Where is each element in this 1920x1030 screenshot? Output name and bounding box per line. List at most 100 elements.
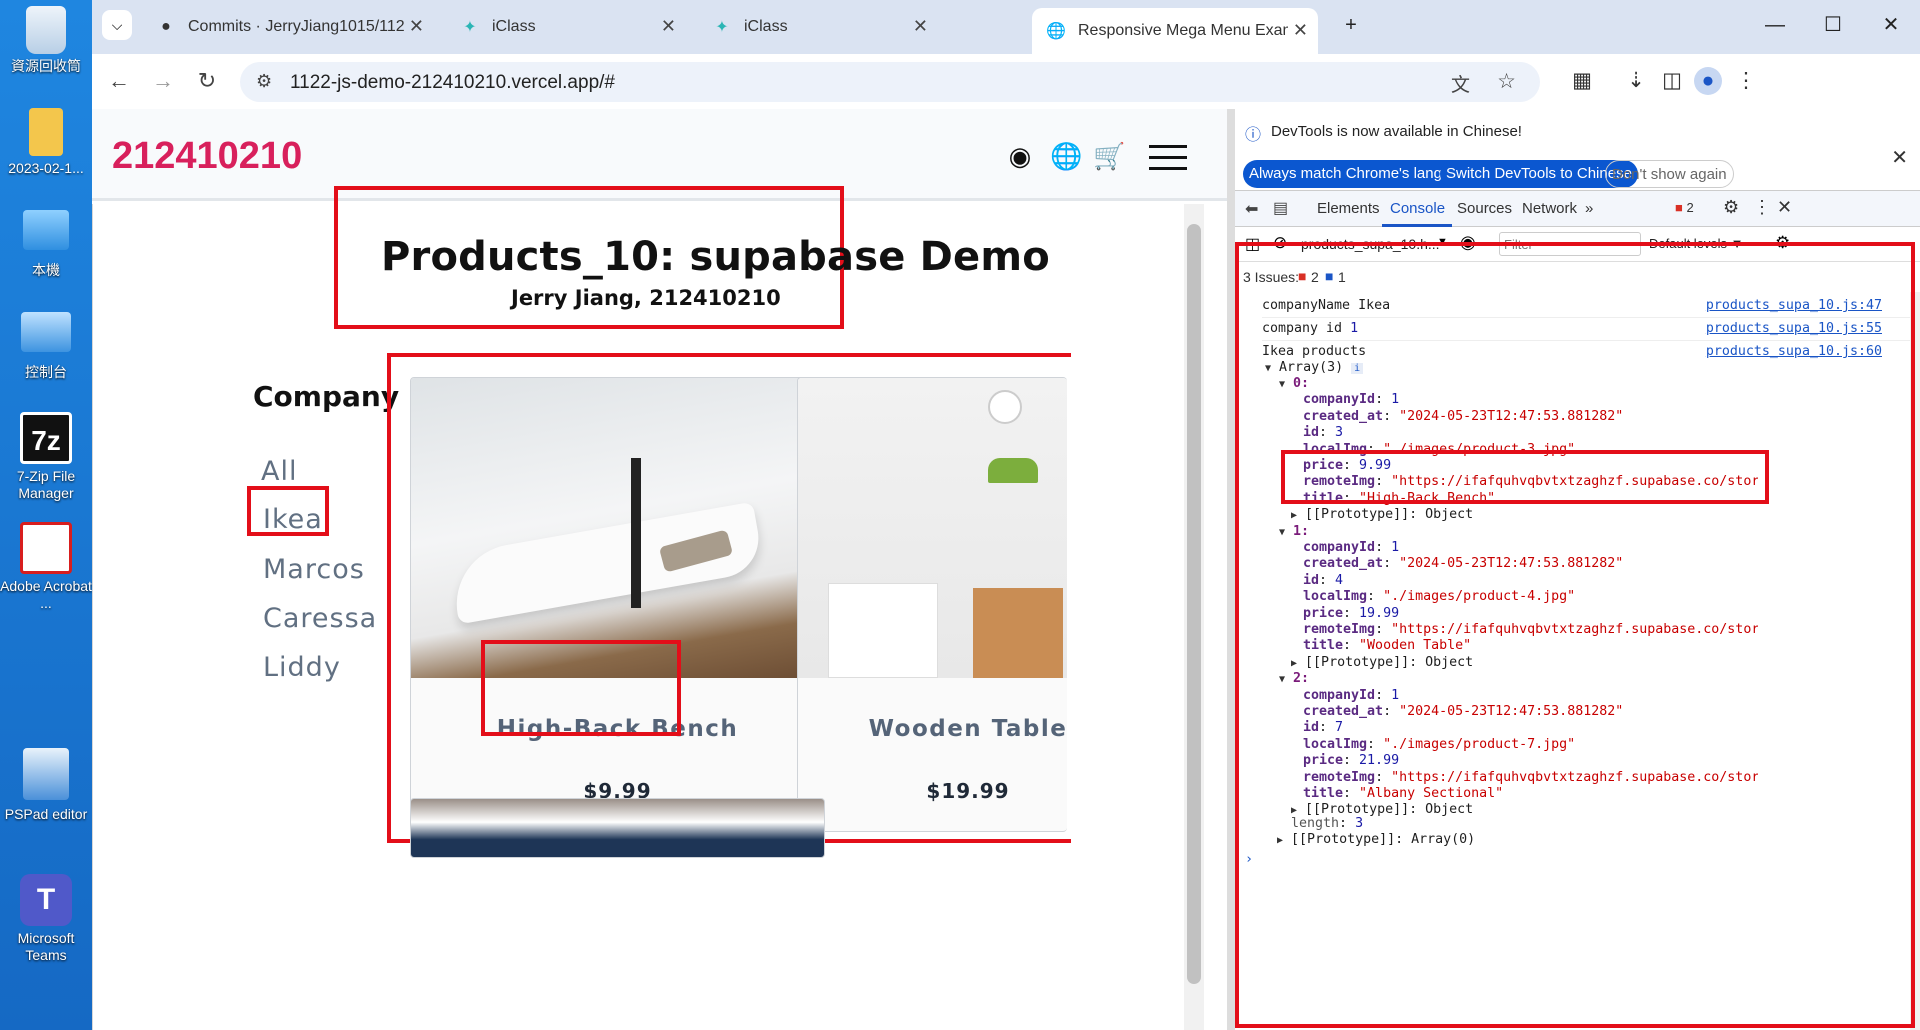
close-tab-icon[interactable]: ✕	[1293, 20, 1308, 41]
forward-button[interactable]: →	[148, 66, 178, 96]
product-card[interactable]: Wooden Table $19.99	[797, 377, 1067, 832]
console-prompt[interactable]: ›	[1245, 852, 1920, 872]
desktop-item-computer[interactable]: 本機	[0, 210, 92, 279]
reload-button[interactable]: ↻	[192, 66, 222, 96]
tab-elements[interactable]: Elements	[1317, 200, 1380, 217]
tab-mega-menu[interactable]: 🌐 Responsive Mega Menu Exam ✕	[1032, 8, 1318, 54]
close-tab-icon[interactable]: ✕	[913, 16, 928, 37]
profile-button[interactable]: ●	[1694, 67, 1722, 95]
close-devtools-icon[interactable]: ✕	[1777, 197, 1792, 218]
triangle-collapsed-icon: ▶	[1277, 835, 1284, 846]
tab-sources[interactable]: Sources	[1457, 200, 1512, 217]
close-banner-icon[interactable]: ✕	[1891, 145, 1908, 170]
arrow-left-icon: ←	[108, 68, 130, 93]
desktop-item-recycle-bin[interactable]: 資源回收筒	[0, 6, 92, 75]
tab-github-commits[interactable]: ● Commits · JerryJiang1015/112 ✕	[142, 8, 442, 46]
product-image	[411, 378, 824, 678]
annotation-box-product-name	[481, 640, 681, 736]
source-link[interactable]: products_supa_10.js:47	[1706, 298, 1882, 313]
context-selector[interactable]: products_supa_10.h...	[1301, 236, 1440, 252]
context-dropdown-icon[interactable]: ▼	[1437, 236, 1448, 248]
iclass-icon: ✦	[715, 19, 729, 36]
tab-iclass-1[interactable]: ✦ iClass ✕	[446, 8, 694, 46]
maximize-button[interactable]: ☐	[1818, 10, 1848, 40]
tab-search-button[interactable]: ⌵	[102, 10, 132, 40]
company-filter-caressa[interactable]: Caressa	[263, 603, 377, 634]
bookmark-star-icon[interactable]: ☆	[1497, 69, 1516, 94]
reload-icon: ↻	[197, 68, 217, 93]
dont-show-again-button[interactable]: Don't show again	[1605, 160, 1734, 188]
issue-info-icon: ■	[1325, 268, 1334, 284]
desktop-item-7zip[interactable]: 7z 7-Zip File Manager	[0, 412, 92, 502]
tab-console[interactable]: Console	[1390, 200, 1445, 217]
device-toolbar-icon[interactable]: ▤	[1273, 198, 1288, 218]
company-filter-all[interactable]: All	[261, 456, 297, 487]
cart-icon[interactable]: 🛒	[1093, 141, 1125, 171]
triangle-collapsed-icon: ▶	[1291, 805, 1298, 817]
source-link[interactable]: products_supa_10.js:55	[1706, 321, 1882, 336]
issues-label: 3 Issues:	[1243, 269, 1300, 285]
tab-iclass-2[interactable]: ✦ iClass ✕	[698, 8, 946, 46]
tab-network[interactable]: Network	[1522, 200, 1577, 217]
desktop-item-pspad[interactable]: PSPad editor	[0, 748, 92, 823]
minimize-button[interactable]: —	[1760, 10, 1790, 40]
banner-text: DevTools is now available in Chinese!	[1271, 123, 1522, 140]
company-filter-marcos[interactable]: Marcos	[263, 554, 365, 585]
side-panel-button[interactable]: ◫	[1658, 67, 1686, 95]
desktop-item-label: PSPad editor	[4, 806, 88, 822]
desktop-sidebar: 資源回收筒 2023-02-1... 本機 控制台 7z 7-Zip File …	[0, 0, 92, 1030]
downloads-button[interactable]: ⇣	[1622, 67, 1650, 95]
more-tabs-icon[interactable]: »	[1585, 200, 1593, 217]
new-tab-button[interactable]: +	[1336, 10, 1366, 40]
error-badge[interactable]: ■ 2	[1675, 200, 1694, 215]
sidebar-toggle-icon[interactable]: ◫	[1245, 234, 1260, 254]
console-toolbar: ◫ ⊘ products_supa_10.h... ▼ ◉ Default le…	[1235, 227, 1920, 262]
live-expression-eye-icon[interactable]: ◉	[1460, 232, 1476, 253]
extensions-button[interactable]: ▦	[1568, 67, 1596, 95]
devtools-splitter[interactable]	[1227, 109, 1235, 1030]
chrome-menu-button[interactable]: ⋮	[1732, 67, 1760, 95]
log-levels-dropdown[interactable]: Default levels ▼	[1649, 236, 1744, 251]
company-filter-ikea[interactable]: Ikea	[263, 504, 323, 535]
triangle-collapsed-icon: ▶	[1291, 657, 1298, 669]
hamburger-menu-icon[interactable]	[1149, 145, 1187, 170]
close-tab-icon[interactable]: ✕	[409, 16, 424, 37]
address-bar[interactable]: ⚙ 1122-js-demo-212410210.vercel.app/# 文 …	[240, 62, 1540, 102]
back-button[interactable]: ←	[104, 66, 134, 96]
translate-icon[interactable]: 文	[1451, 70, 1470, 97]
desktop-item-folder[interactable]: 2023-02-1...	[0, 108, 92, 177]
desktop-item-acrobat[interactable]: Adobe Acrobat ...	[0, 522, 92, 612]
source-link[interactable]: products_supa_10.js:60	[1706, 344, 1882, 359]
product-name: Wooden Table	[868, 716, 1067, 742]
tab-title: Responsive Mega Menu Exam	[1078, 22, 1288, 39]
console-filter-input[interactable]	[1499, 232, 1641, 256]
tab-title: iClass	[744, 18, 788, 35]
github-icon[interactable]: ◉	[1005, 141, 1035, 171]
desktop-item-control-panel[interactable]: 控制台	[0, 312, 92, 381]
page-scrollbar-thumb[interactable]	[1187, 224, 1201, 984]
devtools-tab-bar: ⬅ ▤ Elements Console Sources Network » ■…	[1235, 191, 1920, 227]
site-info-icon[interactable]: ⚙	[256, 71, 272, 92]
issues-bar[interactable]: 3 Issues: ■ 2 ■ 1	[1235, 262, 1920, 292]
close-tab-icon[interactable]: ✕	[661, 16, 676, 37]
company-filter-liddy[interactable]: Liddy	[263, 652, 341, 683]
product-card[interactable]	[410, 798, 825, 858]
issue-error-icon: ■	[1298, 268, 1307, 284]
product-card[interactable]: High-Back Bench $9.99	[410, 377, 825, 832]
devtools-menu-icon[interactable]: ⋮	[1753, 197, 1771, 218]
site-brand[interactable]: 212410210	[112, 135, 302, 178]
clear-console-icon[interactable]: ⊘	[1273, 233, 1287, 253]
close-window-button[interactable]: ✕	[1876, 10, 1906, 40]
prototype-line[interactable]: ▶ [[Prototype]]: Array(0)	[1277, 832, 1920, 852]
devtools-language-banner: ⓘ DevTools is now available in Chinese! …	[1235, 109, 1920, 191]
info-icon: ⓘ	[1245, 127, 1262, 144]
product-price: $19.99	[926, 779, 1010, 803]
globe-icon[interactable]: 🌐	[1050, 141, 1082, 171]
desktop-item-teams[interactable]: T Microsoft Teams	[0, 874, 92, 964]
side-panel-icon: ◫	[1662, 69, 1682, 92]
inspect-element-icon[interactable]: ⬅	[1245, 199, 1258, 219]
settings-gear-icon[interactable]: ⚙	[1723, 197, 1739, 218]
page-scrollbar[interactable]	[1184, 204, 1204, 1030]
console-settings-icon[interactable]: ⚙	[1775, 233, 1790, 253]
console-scrollbar[interactable]	[1910, 292, 1920, 1030]
